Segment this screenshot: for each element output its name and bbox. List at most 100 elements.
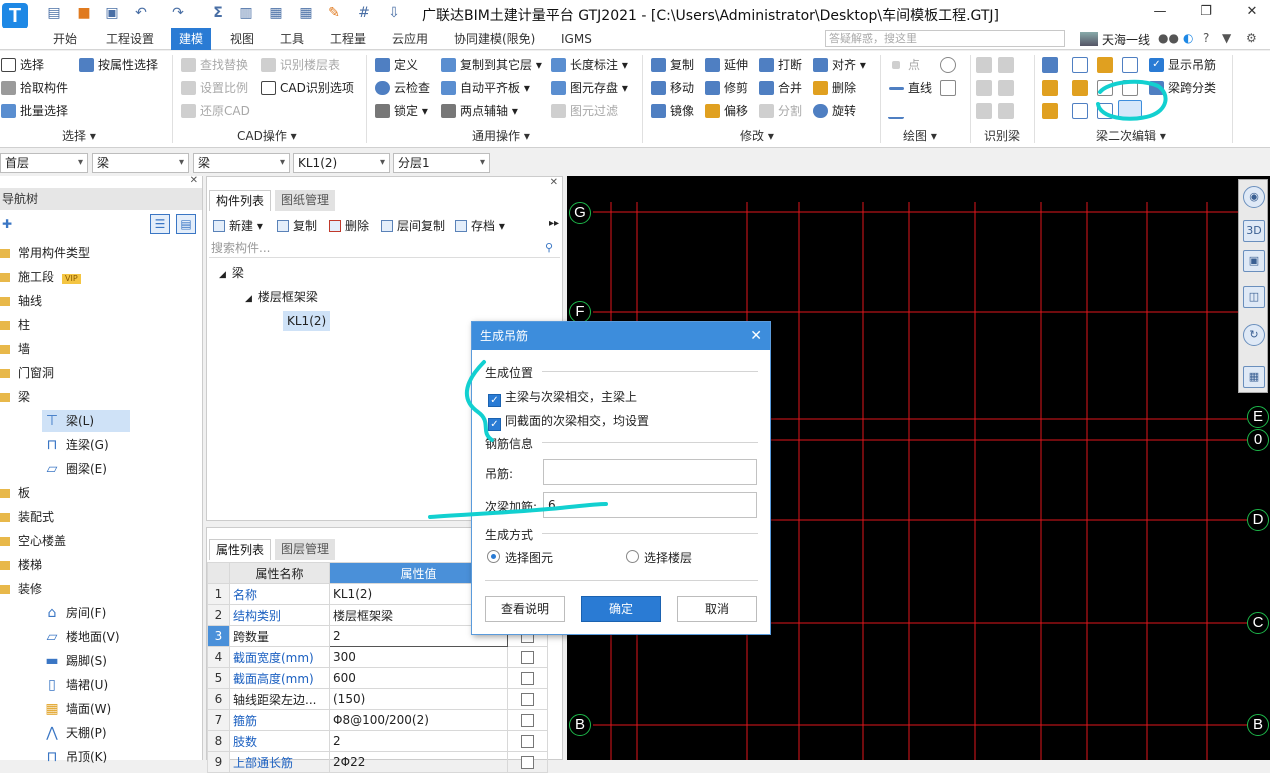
app-logo-icon[interactable]: T bbox=[2, 3, 28, 29]
check-beam-icon[interactable] bbox=[998, 80, 1014, 96]
component-select[interactable]: KL1(2) bbox=[293, 153, 390, 173]
draw-group-label[interactable]: 绘图 ▾ bbox=[903, 127, 937, 144]
table-row[interactable]: 8 肢数 2 bbox=[207, 730, 548, 752]
tab-drawing-management[interactable]: 图纸管理 bbox=[275, 190, 336, 211]
nav-item-coupling-beam[interactable]: ⊓ 连梁(G) bbox=[42, 434, 109, 456]
beam-span-icon[interactable] bbox=[1042, 57, 1058, 73]
tree-node-frame-beam[interactable]: ◢ 楼层框架梁 bbox=[245, 287, 318, 307]
copy-button[interactable]: 复制 bbox=[650, 55, 694, 75]
nav-item-slab[interactable]: 板 bbox=[0, 482, 30, 504]
beam-sparkle-icon[interactable] bbox=[1072, 103, 1088, 119]
set-scale-button[interactable]: 设置比例 bbox=[180, 78, 248, 98]
identify-group-label[interactable]: 识别梁 bbox=[984, 127, 1020, 144]
nav-item-beam-l[interactable]: ⊤ 梁(L) bbox=[42, 410, 130, 432]
table-row[interactable]: 6 轴线距梁左边... (150) bbox=[207, 688, 548, 710]
avatar[interactable] bbox=[1080, 32, 1098, 46]
tab-project-settings[interactable]: 工程设置 bbox=[98, 28, 162, 50]
hanger-input[interactable] bbox=[543, 459, 757, 485]
pencil-icon[interactable] bbox=[998, 103, 1014, 119]
nav-item-wall-surface[interactable]: ▦ 墙面(W) bbox=[42, 698, 111, 720]
line-button[interactable]: 直线 bbox=[888, 78, 932, 98]
copy-to-other-floor-button[interactable]: 复制到其它层 ▾ bbox=[440, 55, 542, 75]
beam-paint-icon[interactable] bbox=[1042, 103, 1058, 119]
mirror-button[interactable]: 镜像 bbox=[650, 101, 694, 121]
copy-component-button[interactable]: 复制 bbox=[277, 217, 317, 235]
tab-quantity[interactable]: 工程量 bbox=[322, 28, 374, 50]
offset-button[interactable]: 偏移 bbox=[704, 101, 748, 121]
tab-view[interactable]: 视图 bbox=[222, 28, 262, 50]
top-view-icon[interactable]: ▣ bbox=[1243, 250, 1265, 272]
two-point-aux-axis-button[interactable]: 两点辅轴 ▾ bbox=[440, 101, 518, 121]
headset-icon[interactable]: ◐ bbox=[1183, 31, 1193, 45]
layer-select[interactable]: 分层1 bbox=[393, 153, 490, 173]
identify-beam-icon[interactable] bbox=[976, 57, 992, 73]
copy-between-floors-button[interactable]: 层间复制 bbox=[381, 217, 445, 235]
beam-table-icon[interactable] bbox=[1097, 80, 1113, 96]
more-icon[interactable]: ▸▸ bbox=[549, 218, 559, 229]
nav-item-ceiling[interactable]: ⋀ 天棚(P) bbox=[42, 722, 106, 744]
nav-item-axis[interactable]: 轴线 bbox=[0, 290, 42, 312]
nav-item-prefab[interactable]: 装配式 bbox=[0, 506, 54, 528]
beam-info-icon[interactable] bbox=[1122, 57, 1138, 73]
element-filter-button[interactable]: 图元过滤 bbox=[550, 101, 618, 121]
beam-edit-group-label[interactable]: 梁二次编辑 ▾ bbox=[1096, 127, 1166, 144]
nav-item-skirting[interactable]: ▬ 踢脚(S) bbox=[42, 650, 107, 672]
restore-cad-button[interactable]: 还原CAD bbox=[180, 101, 250, 121]
sum-icon[interactable]: Σ bbox=[210, 5, 226, 21]
common-group-label[interactable]: 通用操作 ▾ bbox=[472, 127, 530, 144]
pick-component-button[interactable]: 拾取构件 bbox=[0, 78, 68, 98]
pen-icon[interactable]: ✎ bbox=[326, 5, 342, 21]
identify-floor-table-button[interactable]: 识别楼层表 bbox=[260, 55, 340, 75]
nav-item-construction-section[interactable]: 施工段 VIP bbox=[0, 266, 81, 288]
view-instructions-button[interactable]: 查看说明 bbox=[485, 596, 565, 622]
tab-start[interactable]: 开始 bbox=[45, 28, 85, 50]
beam-layout-icon[interactable] bbox=[1122, 80, 1138, 96]
show-hanger-checkbox[interactable]: ✓ 显示吊筋 bbox=[1148, 55, 1216, 75]
break-button[interactable]: 打断 bbox=[758, 55, 802, 75]
nav-item-beam[interactable]: 梁 bbox=[0, 386, 30, 408]
close-button[interactable]: ✕ bbox=[1242, 4, 1262, 22]
nav-item-stairs[interactable]: 楼梯 bbox=[0, 554, 42, 576]
select-by-property-button[interactable]: 按属性选择 bbox=[78, 55, 158, 75]
property-value[interactable]: Φ8@100/200(2) bbox=[329, 709, 508, 731]
close-icon[interactable]: ✕ bbox=[750, 322, 762, 350]
beam-support-icon[interactable] bbox=[1042, 80, 1058, 96]
category-select[interactable]: 梁 bbox=[92, 153, 189, 173]
span-classify-button[interactable]: 梁跨分类 bbox=[1148, 78, 1216, 98]
file-icon[interactable]: ▤ bbox=[46, 5, 62, 21]
box-view-icon[interactable]: ◫ bbox=[1243, 286, 1265, 308]
3d-icon[interactable]: 3D bbox=[1243, 220, 1265, 242]
nav-item-finish[interactable]: 装修 bbox=[0, 578, 42, 600]
split-button[interactable]: 分割 bbox=[758, 101, 802, 121]
tab-modeling[interactable]: 建模 bbox=[171, 28, 212, 50]
nav-item-room[interactable]: ⌂ 房间(F) bbox=[42, 602, 107, 624]
cloud-check-button[interactable]: 云检查 bbox=[374, 78, 430, 98]
nav-item-hollow-floor[interactable]: 空心楼盖 bbox=[0, 530, 66, 552]
nav-item-ring-beam[interactable]: ▱ 圈梁(E) bbox=[42, 458, 107, 480]
circle-icon[interactable] bbox=[940, 57, 956, 73]
option-same-section-checkbox[interactable]: ✓ 同截面的次梁相交，均设置 bbox=[488, 412, 649, 431]
cad-group-label[interactable]: CAD操作 ▾ bbox=[237, 127, 297, 144]
orbit-icon[interactable]: ◉ bbox=[1243, 186, 1265, 208]
table-row[interactable]: 5 截面高度(mm) 600 bbox=[207, 667, 548, 689]
nav-item-floor-surface[interactable]: ▱ 楼地面(V) bbox=[42, 626, 120, 648]
property-value[interactable]: 2Φ22 bbox=[329, 751, 508, 773]
option-main-beam-checkbox[interactable]: ✓ 主梁与次梁相交，主梁上 bbox=[488, 388, 637, 407]
select-button[interactable]: 选择 bbox=[0, 55, 44, 75]
attach-checkbox[interactable] bbox=[507, 709, 548, 731]
tree-node-beam[interactable]: ◢ 梁 bbox=[219, 263, 244, 283]
redo-icon[interactable]: ↷ bbox=[170, 5, 186, 21]
rotate-button[interactable]: 旋转 bbox=[812, 101, 856, 121]
archive-button[interactable]: 存档 ▾ bbox=[455, 217, 505, 235]
tab-igms[interactable]: IGMS bbox=[553, 28, 600, 50]
tab-tools[interactable]: 工具 bbox=[272, 28, 312, 50]
table-row[interactable]: 7 箍筋 Φ8@100/200(2) bbox=[207, 709, 548, 731]
user-name[interactable]: 天海一线 bbox=[1102, 31, 1150, 48]
lock-button[interactable]: 锁定 ▾ bbox=[374, 101, 428, 121]
nav-item-suspended-ceiling[interactable]: ⊓ 吊顶(K) bbox=[42, 746, 108, 768]
modify-group-label[interactable]: 修改 ▾ bbox=[740, 127, 774, 144]
point-button[interactable]: 点 bbox=[888, 55, 920, 75]
ok-button[interactable]: 确定 bbox=[581, 596, 661, 622]
report-icon[interactable]: ▥ bbox=[238, 5, 254, 21]
settings-icon[interactable]: ⚙ bbox=[1246, 31, 1257, 45]
